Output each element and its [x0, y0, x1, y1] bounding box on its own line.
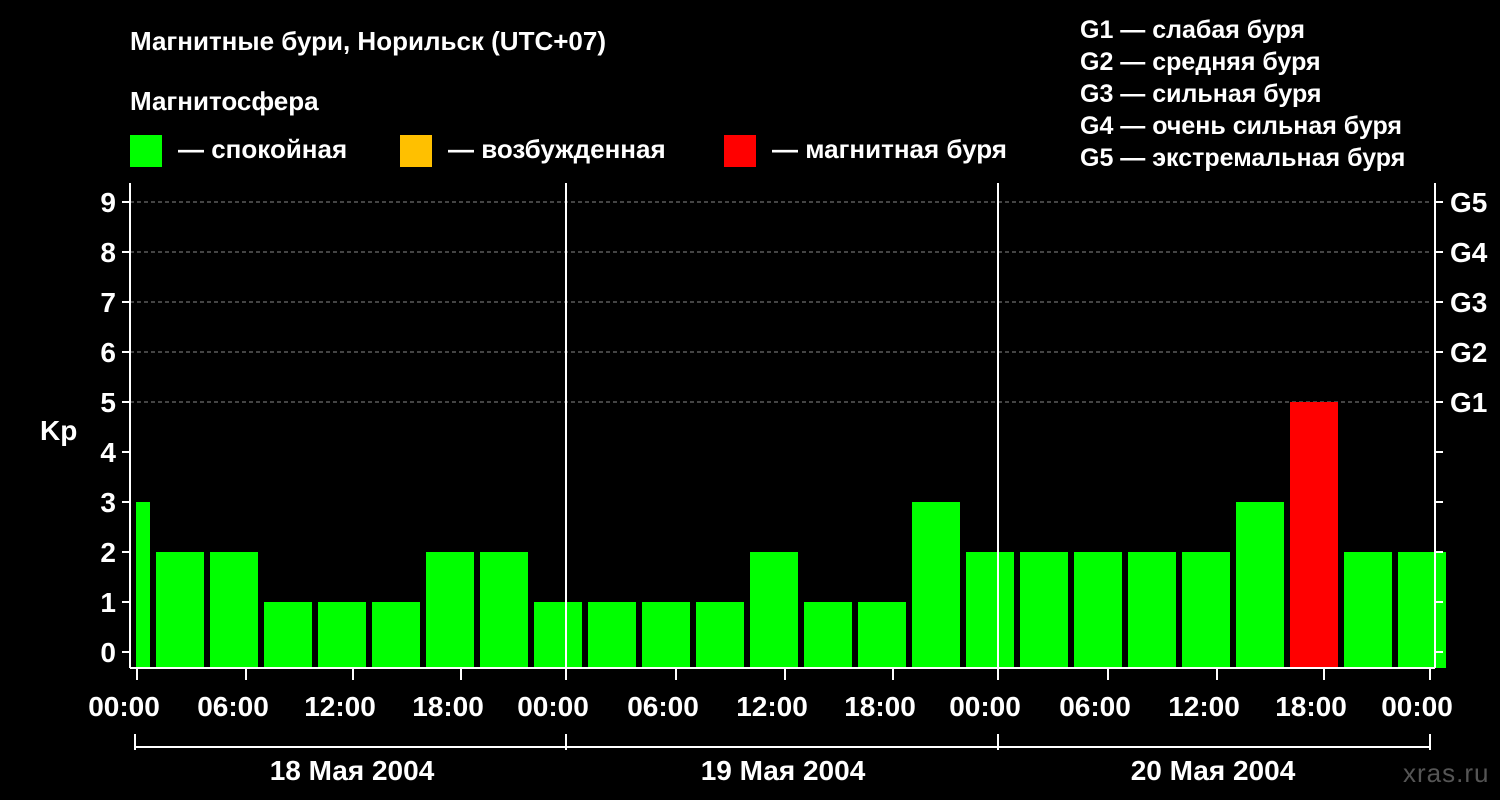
x-tick-label-4: 00:00 — [517, 691, 589, 722]
y-tick-label-8: 8 — [100, 237, 116, 268]
kp-chart: Магнитные бури, Норильск (UTC+07) Магнит… — [40, 16, 1489, 788]
y-tick-label-2: 2 — [100, 537, 116, 568]
bar-3 — [264, 602, 312, 668]
legend-label-excited: — возбужденная — [448, 134, 666, 164]
y-tick-label-7: 7 — [100, 287, 116, 318]
g-scale-g2: G2 — средняя буря — [1080, 48, 1321, 76]
bar-13 — [804, 602, 852, 668]
x-tick-label-0: 00:00 — [88, 691, 160, 722]
bar-4 — [318, 602, 366, 668]
x-tick-label-9: 06:00 — [1059, 691, 1131, 722]
legend-swatch-calm — [130, 135, 162, 167]
y-tick-label-9: 9 — [100, 187, 116, 218]
bar-8 — [534, 602, 582, 668]
bar-18 — [1074, 552, 1122, 668]
g-tick-label-G4: G4 — [1450, 237, 1488, 268]
y-tick-label-5: 5 — [100, 387, 116, 418]
y-tick-label-3: 3 — [100, 487, 116, 518]
watermark: xras.ru — [1403, 758, 1489, 788]
x-tick-label-8: 00:00 — [949, 691, 1021, 722]
bar-0 — [136, 502, 150, 668]
x-tick-label-3: 18:00 — [412, 691, 484, 722]
g-tick-label-G3: G3 — [1450, 287, 1487, 318]
bar-23 — [1344, 552, 1392, 668]
x-tick-label-2: 12:00 — [304, 691, 376, 722]
bar-17 — [1020, 552, 1068, 668]
legend-title: Магнитосфера — [130, 86, 319, 116]
legend-swatch-storm — [724, 135, 756, 167]
plot-area: 0 1 2 3 4 5 6 7 8 9 G1 G2 G3 G4 G5 00:00 06:00 12:00 18:00… — [88, 183, 1488, 786]
x-tick-label-7: 18:00 — [844, 691, 916, 722]
day-label-2: 20 Мая 2004 — [1131, 755, 1296, 786]
x-tick-label-5: 06:00 — [627, 691, 699, 722]
g-scale-g1: G1 — слабая буря — [1080, 16, 1305, 44]
g-tick-label-G2: G2 — [1450, 337, 1487, 368]
y-axis-label: Kp — [40, 415, 77, 446]
bar-19 — [1128, 552, 1176, 668]
g-tick-label-G1: G1 — [1450, 387, 1487, 418]
y-tick-label-4: 4 — [100, 437, 116, 468]
bar-7 — [480, 552, 528, 668]
chart-title: Магнитные бури, Норильск (UTC+07) — [130, 26, 606, 56]
x-tick-label-6: 12:00 — [736, 691, 808, 722]
x-tick-label-11: 18:00 — [1275, 691, 1347, 722]
bar-22 — [1290, 402, 1338, 668]
legend-label-storm: — магнитная буря — [772, 134, 1007, 164]
g-scale-g4: G4 — очень сильная буря — [1080, 112, 1402, 140]
bar-5 — [372, 602, 420, 668]
bar-1 — [156, 552, 204, 668]
day-label-1: 19 Мая 2004 — [701, 755, 866, 786]
bar-11 — [696, 602, 744, 668]
legend-swatch-excited — [400, 135, 432, 167]
y-tick-label-0: 0 — [100, 637, 116, 668]
y-tick-label-1: 1 — [100, 587, 116, 618]
bar-12 — [750, 552, 798, 668]
x-tick-label-12: 00:00 — [1381, 691, 1453, 722]
bar-24 — [1398, 552, 1446, 668]
bar-9 — [588, 602, 636, 668]
bar-2 — [210, 552, 258, 668]
bar-6 — [426, 552, 474, 668]
g-scale-g5: G5 — экстремальная буря — [1080, 144, 1405, 172]
g-scale-g3: G3 — сильная буря — [1080, 80, 1322, 108]
bar-21 — [1236, 502, 1284, 668]
bar-10 — [642, 602, 690, 668]
x-tick-label-10: 12:00 — [1168, 691, 1240, 722]
x-tick-label-1: 06:00 — [197, 691, 269, 722]
bar-15 — [912, 502, 960, 668]
day-label-0: 18 Мая 2004 — [270, 755, 435, 786]
y-tick-label-6: 6 — [100, 337, 116, 368]
legend-label-calm: — спокойная — [178, 134, 347, 164]
bar-16 — [966, 552, 1014, 668]
g-tick-label-G5: G5 — [1450, 187, 1487, 218]
bar-20 — [1182, 552, 1230, 668]
bar-14 — [858, 602, 906, 668]
